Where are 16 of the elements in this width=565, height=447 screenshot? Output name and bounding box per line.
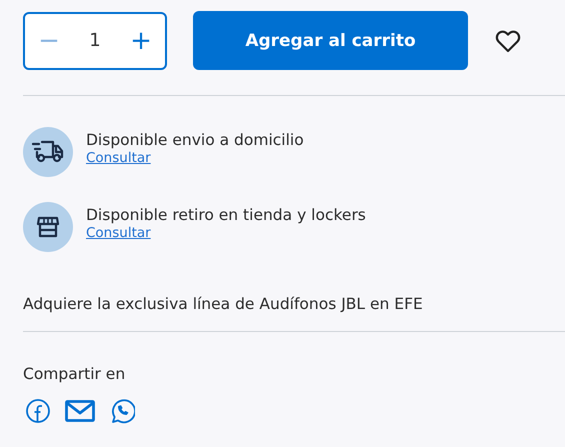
truck-icon <box>32 140 64 164</box>
mail-icon[interactable] <box>65 400 95 422</box>
facebook-icon[interactable] <box>25 398 51 424</box>
quantity-value: 1 <box>89 30 101 51</box>
availability-text: Disponible envio a domicilio <box>86 130 304 150</box>
consult-link[interactable]: Consultar <box>86 224 151 242</box>
promo-text: Adquiere la exclusiva línea de Audífonos JBL en EFE <box>23 295 424 313</box>
plus-button[interactable]: + <box>126 22 155 58</box>
heart-icon[interactable] <box>495 28 521 52</box>
store-icon <box>36 215 60 239</box>
whatsapp-icon[interactable] <box>109 398 135 424</box>
quantity-stepper[interactable]: − 1 + <box>23 12 167 70</box>
share-label: Compartir en <box>23 365 126 383</box>
add-to-cart-button[interactable]: Agregar al carrito <box>193 11 468 70</box>
consult-link[interactable]: Consultar <box>86 150 151 166</box>
availability-text: Disponible retiro en tienda y lockers <box>86 204 366 224</box>
